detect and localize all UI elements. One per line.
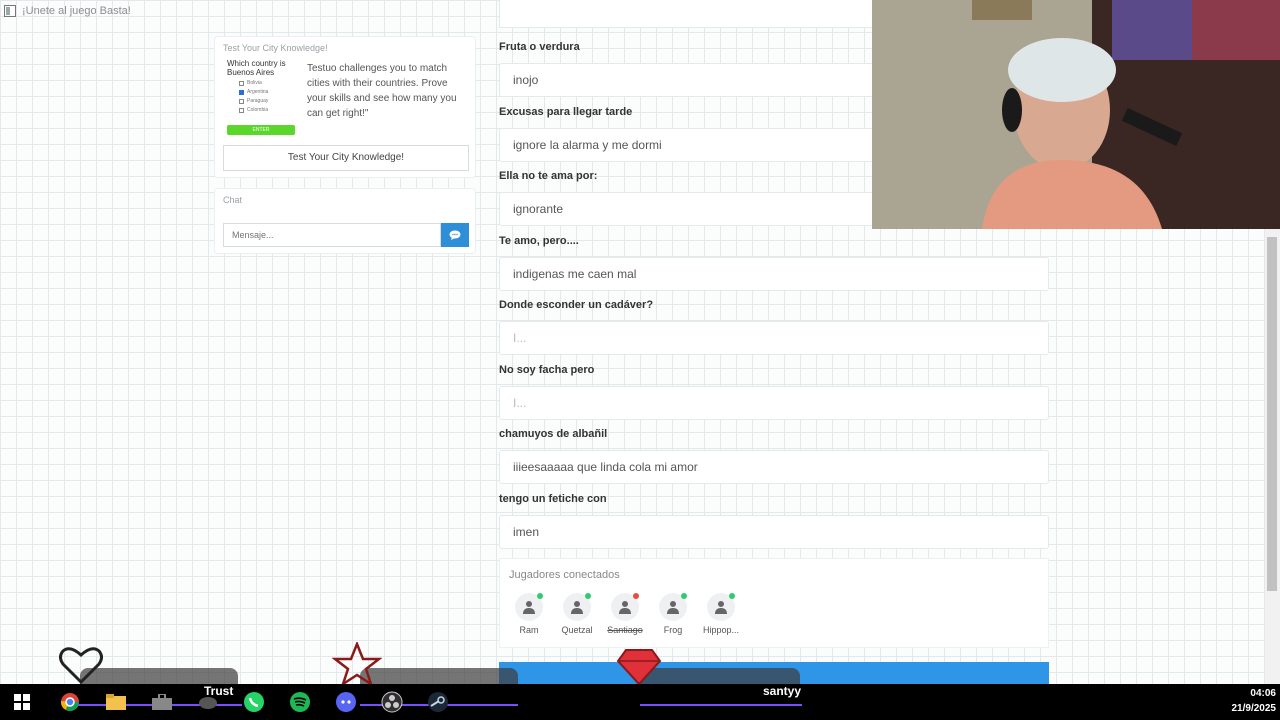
window-title: ¡Unete al juego Basta!: [22, 5, 131, 17]
user-icon: [523, 601, 535, 614]
briefcase-icon[interactable]: [150, 690, 174, 714]
user-icon: [667, 601, 679, 614]
chat-title: Chat: [223, 195, 243, 205]
player-item: Santiago: [605, 593, 645, 635]
vertical-scrollbar[interactable]: [1265, 229, 1280, 684]
speech-bubble-icon: [449, 230, 461, 240]
obs-icon[interactable]: [380, 690, 404, 714]
chat-card: Chat: [214, 188, 476, 254]
overlay-underline: [640, 704, 802, 706]
ad-option: Argentina: [239, 89, 299, 95]
avatar: [611, 593, 639, 621]
player-list: Ram Quetzal Santiago Frog Hippop...: [509, 593, 1039, 635]
ad-description: Testuo challenges you to match cities wi…: [307, 63, 457, 119]
chat-message-input[interactable]: [223, 223, 441, 247]
window-icon: [4, 5, 16, 17]
question-block: Te amo, pero.... indigenas me caen mal: [499, 235, 1049, 291]
stream-overlay-bar: [640, 668, 800, 684]
checkbox-icon: [239, 98, 244, 104]
player-item: Quetzal: [557, 593, 597, 635]
avatar: [707, 593, 735, 621]
player-item: Hippop...: [701, 593, 741, 635]
ad-title: Test Your City Knowledge!: [223, 43, 328, 53]
status-dot: [633, 593, 639, 599]
ad-question: Which country is Buenos Aires: [227, 59, 286, 77]
question-block: tengo un fetiche con imen: [499, 493, 1049, 549]
ad-green-button: ENTER: [227, 125, 295, 135]
ad-option: Colombia: [239, 107, 299, 113]
checkbox-icon: [239, 107, 244, 113]
question-block: Donde esconder un cadáver? I...: [499, 299, 1049, 355]
player-name: Santiago: [607, 625, 643, 635]
ad-quiz-preview: Which country is Buenos Aires Bolivia Ar…: [227, 59, 299, 139]
question-block: No soy facha pero I...: [499, 364, 1049, 420]
chat-send-button[interactable]: [441, 223, 469, 247]
scrollbar-thumb[interactable]: [1267, 237, 1277, 591]
status-dot: [537, 593, 543, 599]
player-item: Frog: [653, 593, 693, 635]
connected-players-panel: Jugadores conectados Ram Quetzal Santiag…: [499, 558, 1049, 648]
checkbox-checked-icon: [239, 89, 244, 95]
star-icon: [332, 642, 382, 686]
test-city-knowledge-button[interactable]: Test Your City Knowledge!: [223, 145, 469, 171]
answer-input[interactable]: indigenas me caen mal: [499, 257, 1049, 291]
heart-icon: [59, 647, 103, 685]
player-name: Frog: [663, 625, 683, 635]
system-clock[interactable]: 04:06 21/9/2025: [1200, 686, 1277, 716]
status-dot: [585, 593, 591, 599]
user-icon: [619, 601, 631, 614]
checkbox-icon: [239, 80, 244, 86]
status-dot: [729, 593, 735, 599]
question-label: chamuyos de albañil: [499, 428, 608, 440]
steam-icon[interactable]: [426, 690, 450, 714]
ad-card: Test Your City Knowledge! Which country …: [214, 36, 476, 178]
diamond-icon: [616, 649, 662, 686]
players-title: Jugadores conectados: [509, 569, 620, 581]
file-explorer-icon[interactable]: [104, 690, 128, 714]
question-label: No soy facha pero: [499, 364, 595, 376]
player-name: Ram: [519, 625, 539, 635]
question-label: tengo un fetiche con: [499, 493, 607, 505]
question-label: Te amo, pero....: [499, 235, 579, 247]
stream-overlay-bar: [360, 668, 518, 684]
clock-date: 21/9/2025: [1231, 703, 1277, 714]
avatar: [515, 593, 543, 621]
player-item: Ram: [509, 593, 549, 635]
ad-option: Bolivia: [239, 80, 299, 86]
user-icon: [715, 601, 727, 614]
taskbar: [0, 684, 1280, 720]
overlay-name-left: Trust: [204, 684, 234, 698]
overlay-name-right: santyy: [763, 684, 802, 698]
windows-icon[interactable]: [10, 690, 34, 714]
avatar: [563, 593, 591, 621]
player-name: Quetzal: [561, 625, 593, 635]
avatar: [659, 593, 687, 621]
spotify-icon[interactable]: [288, 690, 312, 714]
ad-option: Paraguay: [239, 98, 299, 104]
player-name: Hippop...: [702, 625, 740, 635]
whatsapp-icon[interactable]: [242, 690, 266, 714]
webcam-feed: [872, 0, 1280, 229]
chrome-icon[interactable]: [58, 690, 82, 714]
webcam-overlay: [872, 0, 1280, 229]
user-icon: [571, 601, 583, 614]
question-block: chamuyos de albañil iiieesaaaaa que lind…: [499, 428, 1049, 484]
answer-input[interactable]: I...: [499, 321, 1049, 355]
answer-input[interactable]: imen: [499, 515, 1049, 549]
clock-time: 04:06: [1250, 688, 1276, 699]
answer-input[interactable]: iiieesaaaaa que linda cola mi amor: [499, 450, 1049, 484]
discord-icon[interactable]: [334, 690, 358, 714]
question-label: Donde esconder un cadáver?: [499, 299, 654, 311]
status-dot: [681, 593, 687, 599]
answer-input[interactable]: I...: [499, 386, 1049, 420]
